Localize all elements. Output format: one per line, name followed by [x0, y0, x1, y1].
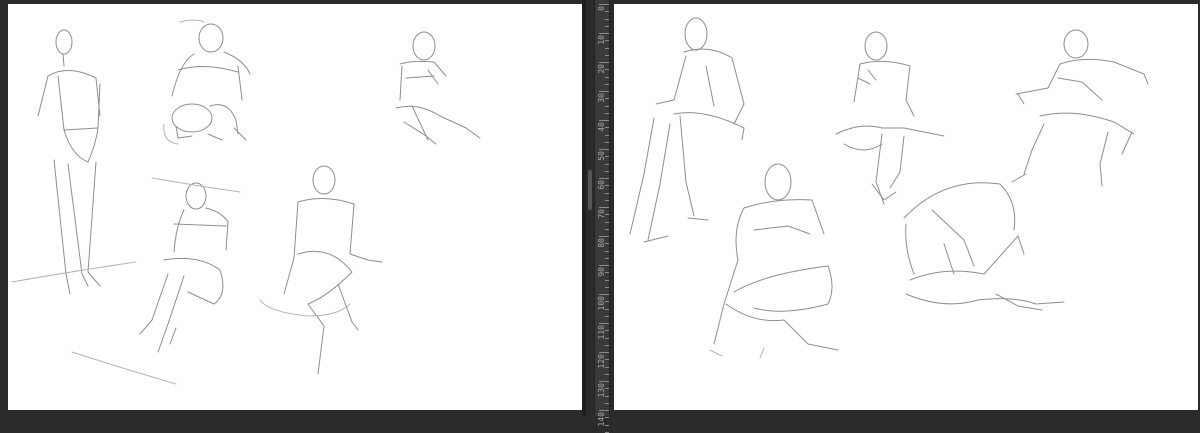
ruler-minor-tick — [605, 185, 609, 187]
ruler-minor-tick — [605, 221, 609, 223]
ruler-major-tick — [599, 410, 609, 411]
ruler-minor-tick — [605, 112, 609, 114]
ruler-minor-tick — [605, 424, 609, 426]
vertical-ruler: 0 10 20 30 40 50 60 70 80 90 100 110 120 130 140 — [594, 0, 610, 433]
seated-leaning-figure-sketch — [71, 177, 241, 385]
canvas-right[interactable] — [614, 4, 1198, 410]
left-sketch-drawing — [11, 19, 481, 385]
ruler-minor-tick — [605, 279, 609, 281]
ruler-minor-tick — [605, 250, 609, 252]
ruler-minor-tick — [605, 47, 609, 49]
ruler-minor-tick — [605, 272, 609, 274]
ruler-minor-tick — [605, 366, 609, 368]
ruler-major-tick — [599, 352, 609, 353]
ruler-minor-tick — [605, 330, 609, 332]
ruler-minor-tick — [605, 301, 609, 303]
ruler-major-tick — [599, 323, 609, 324]
canvas-divider — [582, 0, 586, 416]
ruler-minor-tick — [605, 105, 609, 107]
ruler-minor-tick — [605, 98, 609, 100]
ruler-minor-tick — [605, 156, 609, 158]
ruler-minor-tick — [605, 388, 609, 390]
ruler-minor-tick — [605, 18, 609, 20]
ruler-minor-tick — [605, 402, 609, 404]
ruler-minor-tick — [605, 83, 609, 85]
split-handle[interactable] — [588, 170, 592, 210]
drawing-app-workspace: 0 10 20 30 40 50 60 70 80 90 100 110 120 130 140 — [0, 0, 1200, 433]
ruler-minor-tick — [605, 127, 609, 129]
ruler-minor-tick — [605, 69, 609, 71]
leaning-seated-figure-sketch — [629, 17, 745, 243]
ruler-minor-tick — [605, 257, 609, 259]
crouching-figure-sketch — [163, 19, 251, 145]
seated-thinking-figure-sketch — [835, 31, 945, 205]
canvas-left[interactable] — [8, 4, 582, 410]
ruler-minor-tick — [605, 76, 609, 78]
ruler-minor-tick — [605, 395, 609, 397]
ruler-minor-tick — [605, 337, 609, 339]
ruler-label: 0 — [597, 6, 606, 11]
ruler-minor-tick — [605, 315, 609, 317]
ruler-minor-tick — [605, 170, 609, 172]
ruler-minor-tick — [605, 199, 609, 201]
ruler-minor-tick — [605, 344, 609, 346]
ruler-major-tick — [599, 381, 609, 382]
ruler-minor-tick — [605, 25, 609, 27]
ruler-minor-tick — [605, 308, 609, 310]
ruler-minor-tick — [605, 134, 609, 136]
ruler-minor-tick — [605, 11, 609, 13]
ruler-minor-tick — [605, 141, 609, 143]
standing-figure-sketch — [11, 29, 137, 295]
ruler-minor-tick — [605, 373, 609, 375]
crouching-figure-sketch — [709, 163, 839, 359]
ruler-minor-tick — [605, 359, 609, 361]
right-sketch-drawing — [629, 17, 1149, 359]
ruler-minor-tick — [605, 40, 609, 42]
ruler-minor-tick — [605, 163, 609, 165]
ruler-minor-tick — [605, 54, 609, 56]
seated-crosslegged-figure-sketch — [259, 165, 383, 375]
ruler-minor-tick — [605, 243, 609, 245]
ruler-minor-tick — [605, 214, 609, 216]
ruler-minor-tick — [605, 286, 609, 288]
sitting-reaching-figure-sketch — [1011, 29, 1149, 187]
ruler-minor-tick — [605, 417, 609, 419]
ruler-minor-tick — [605, 228, 609, 230]
ruler-minor-tick — [605, 192, 609, 194]
ruler-major-tick — [599, 294, 609, 295]
seated-small-figure-sketch — [395, 31, 481, 145]
hunched-seated-figure-sketch — [903, 182, 1065, 311]
